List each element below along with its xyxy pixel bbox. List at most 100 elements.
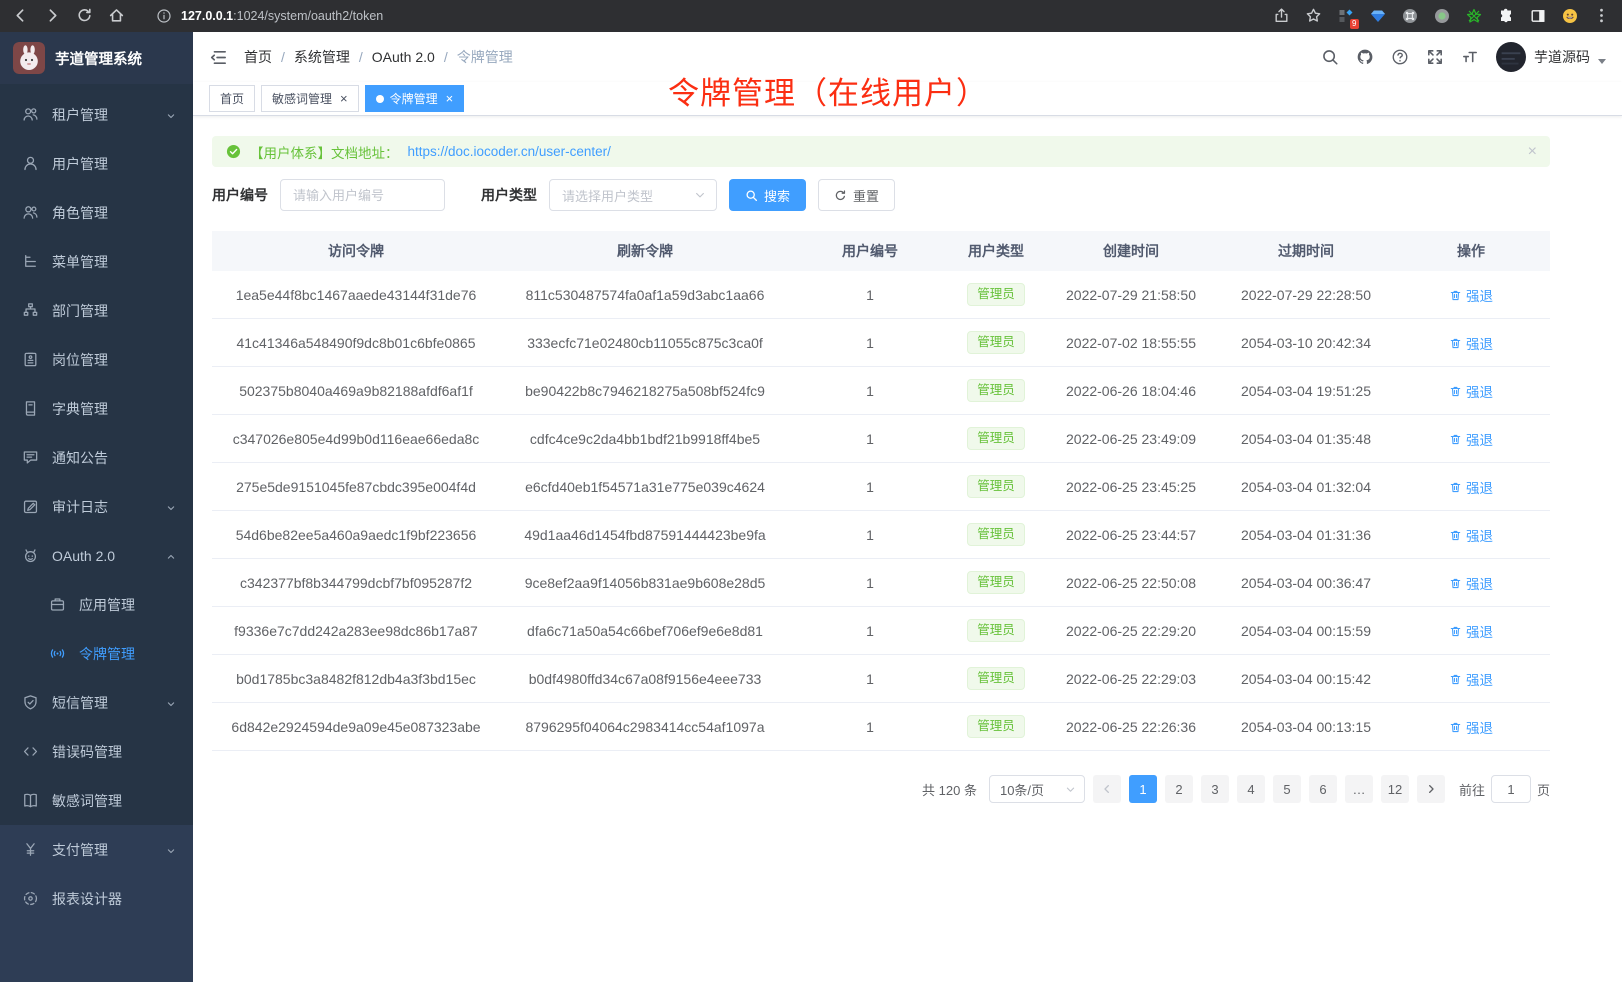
sidebar-item-label: 岗位管理 [52, 350, 108, 370]
user-menu[interactable]: 芋道源码 [1496, 42, 1606, 72]
force-logout-label: 强退 [1466, 333, 1493, 353]
browser-reload-icon[interactable] [76, 7, 93, 25]
user-id-input[interactable] [280, 179, 445, 211]
force-logout-button[interactable]: 强退 [1449, 477, 1493, 497]
page-size-select[interactable]: 10条/页 [989, 775, 1085, 803]
audit-icon [22, 498, 39, 516]
fullscreen-icon[interactable] [1426, 48, 1444, 66]
font-size-icon[interactable] [1461, 48, 1479, 66]
next-page-button[interactable] [1417, 775, 1445, 803]
search-icon[interactable] [1321, 48, 1339, 66]
sidebar-item-label: 通知公告 [52, 448, 108, 468]
dept-icon [22, 302, 39, 320]
share-icon[interactable] [1273, 7, 1290, 25]
extension-puzzle-icon[interactable] [1497, 8, 1514, 25]
force-logout-button[interactable]: 强退 [1449, 717, 1493, 737]
profile-avatar-emoji-icon[interactable] [1561, 8, 1578, 25]
search-button[interactable]: 搜索 [729, 179, 806, 211]
table-row: 54d6be82ee5a460a9aedc1f9bf22365649d1aa46… [212, 511, 1550, 559]
breadcrumb-item[interactable]: 系统管理 [294, 47, 350, 67]
sidebar-item-oauth2-app[interactable]: 应用管理 [0, 580, 193, 629]
sidebar-item-post[interactable]: 岗位管理 [0, 335, 193, 384]
reset-button[interactable]: 重置 [818, 179, 895, 211]
extension-command-icon[interactable] [1401, 8, 1418, 25]
sidebar-item-menu[interactable]: 菜单管理 [0, 237, 193, 286]
token-icon [49, 645, 66, 663]
page-button-3[interactable]: 3 [1201, 775, 1229, 803]
sidebar-item-audit[interactable]: 审计日志 [0, 482, 193, 531]
sidebar-item-dept[interactable]: 部门管理 [0, 286, 193, 335]
page-button-12[interactable]: 12 [1381, 775, 1409, 803]
sidebar-item-sms[interactable]: 短信管理 [0, 678, 193, 727]
page-button-4[interactable]: 4 [1237, 775, 1265, 803]
breadcrumb-item[interactable]: 首页 [244, 47, 272, 67]
force-logout-button[interactable]: 强退 [1449, 381, 1493, 401]
app-icon [49, 596, 66, 614]
sidebar-item-errcode[interactable]: 错误码管理 [0, 727, 193, 776]
tab-close-icon[interactable]: × [340, 92, 348, 105]
extension-badge: 9 [1350, 19, 1359, 29]
page-button-5[interactable]: 5 [1273, 775, 1301, 803]
sidebar-item-tenant[interactable]: 租户管理 [0, 90, 193, 139]
sidebar-item-oauth2[interactable]: OAuth 2.0 [0, 531, 193, 580]
sidebar-item-role[interactable]: 角色管理 [0, 188, 193, 237]
force-logout-button[interactable]: 强退 [1449, 525, 1493, 545]
tag-tab-敏感词管理[interactable]: 敏感词管理× [261, 85, 359, 112]
sidebar-item-sensitive[interactable]: 敏感词管理 [0, 776, 193, 825]
sidebar-item-label: 审计日志 [52, 497, 108, 517]
sidebar-item-dict[interactable]: 字典管理 [0, 384, 193, 433]
force-logout-label: 强退 [1466, 621, 1493, 641]
sidebar-fold-icon[interactable] [209, 48, 228, 67]
annotation-title: 令牌管理（在线用户） [668, 68, 988, 113]
user-type-select[interactable]: 请选择用户类型 [549, 179, 717, 211]
column-header: 操作 [1392, 241, 1550, 261]
alert-close-icon[interactable]: × [1528, 144, 1537, 160]
browser-forward-icon[interactable] [44, 7, 61, 25]
tag-tab-令牌管理[interactable]: 令牌管理 × [365, 85, 465, 112]
refresh-token-cell: 9ce8ef2aa9f14056b831ae9b608e28d5 [500, 575, 790, 591]
sidebar-item-pay[interactable]: 支付管理 [0, 825, 193, 874]
url-bar[interactable]: 127.0.0.1:1024/system/oauth2/token [156, 8, 1258, 24]
chevron-down-icon [165, 499, 177, 515]
sidebar-item-notice[interactable]: 通知公告 [0, 433, 193, 482]
tag-tab-首页[interactable]: 首页 [209, 85, 255, 112]
sidebar-item-user[interactable]: 用户管理 [0, 139, 193, 188]
sidebar-logo[interactable]: 芋道管理系统 [0, 32, 193, 84]
sidebar-item-label: 敏感词管理 [52, 791, 122, 811]
page-button-1[interactable]: 1 [1129, 775, 1157, 803]
tab-label: 令牌管理 [390, 90, 438, 107]
prev-page-button[interactable] [1093, 775, 1121, 803]
page-info-icon[interactable] [156, 8, 172, 24]
tab-close-icon[interactable]: × [446, 92, 454, 105]
goto-page-input[interactable] [1491, 775, 1531, 803]
force-logout-button[interactable]: 强退 [1449, 621, 1493, 641]
github-icon[interactable] [1356, 48, 1374, 66]
page-ellipsis[interactable]: … [1345, 775, 1373, 803]
extension-record-icon[interactable] [1433, 8, 1450, 25]
page-button-6[interactable]: 6 [1309, 775, 1337, 803]
extension-blocks-icon[interactable]: 9 [1337, 8, 1354, 25]
chevron-down-icon [165, 107, 177, 123]
user-type-badge: 管理员 [967, 715, 1025, 738]
doc-link[interactable]: https://doc.iocoder.cn/user-center/ [408, 144, 611, 159]
force-logout-button[interactable]: 强退 [1449, 669, 1493, 689]
table-row: f9336e7c7dd242a283ee98dc86b17a87dfa6c71a… [212, 607, 1550, 655]
browser-home-icon[interactable] [108, 7, 125, 25]
bookmark-star-icon[interactable] [1305, 7, 1322, 25]
extension-star-icon[interactable] [1465, 8, 1482, 25]
user-id-cell: 1 [790, 431, 950, 447]
force-logout-button[interactable]: 强退 [1449, 285, 1493, 305]
help-icon[interactable] [1391, 48, 1409, 66]
browser-back-icon[interactable] [12, 7, 29, 25]
browser-menu-icon[interactable] [1593, 7, 1610, 25]
sidebar-item-oauth2-token[interactable]: 令牌管理 [0, 629, 193, 678]
force-logout-button[interactable]: 强退 [1449, 573, 1493, 593]
sidebar-panel-icon[interactable] [1529, 8, 1546, 25]
sidebar-item-report[interactable]: 报表设计器 [0, 874, 193, 923]
force-logout-button[interactable]: 强退 [1449, 429, 1493, 449]
extension-gem-icon[interactable] [1369, 8, 1386, 25]
user-id-cell: 1 [790, 383, 950, 399]
force-logout-button[interactable]: 强退 [1449, 333, 1493, 353]
breadcrumb-item[interactable]: OAuth 2.0 [372, 49, 435, 65]
page-button-2[interactable]: 2 [1165, 775, 1193, 803]
